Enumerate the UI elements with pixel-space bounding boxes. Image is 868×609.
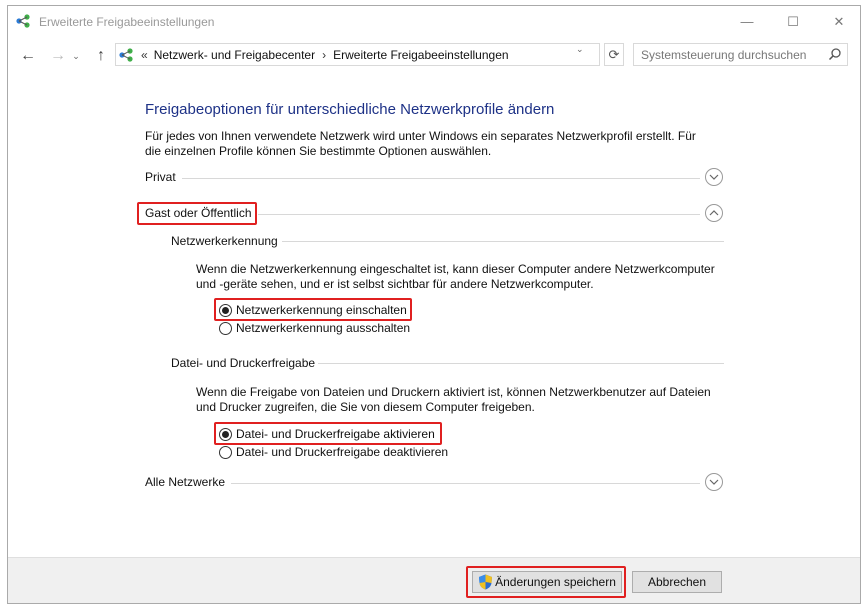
- page-intro: Für jedes von Ihnen verwendete Netzwerk …: [145, 129, 696, 158]
- discovery-heading: Netzwerkerkennung: [171, 234, 278, 248]
- maximize-button[interactable]: ☐: [770, 6, 816, 37]
- collapse-guest-button[interactable]: [705, 204, 723, 222]
- profile-all-label[interactable]: Alle Netzwerke: [145, 475, 232, 489]
- navigation-bar: ← → ⌄ ↑ « Netzwerk- und Freigabecenter ›…: [8, 37, 860, 73]
- forward-button[interactable]: →: [47, 45, 69, 67]
- footer-bar: Änderungen speichern Abbrechen: [8, 557, 860, 603]
- back-button[interactable]: ←: [17, 45, 39, 67]
- page-title: Freigabeoptionen für unterschiedliche Ne…: [145, 101, 555, 118]
- address-bar[interactable]: « Netzwerk- und Freigabecenter › Erweite…: [115, 43, 600, 66]
- cancel-label: Abbrechen: [647, 575, 707, 589]
- arrow-left-icon: ←: [20, 47, 36, 64]
- title-bar: Erweiterte Freigabeeinstellungen — ☐ ✕: [8, 6, 860, 37]
- sharing-heading: Datei- und Druckerfreigabe: [171, 356, 316, 370]
- maximize-icon: ☐: [787, 13, 799, 29]
- highlight-box: [214, 422, 442, 445]
- breadcrumb-advanced-sharing[interactable]: Erweiterte Freigabeeinstellungen: [333, 48, 508, 62]
- refresh-icon: ⟳: [608, 46, 620, 62]
- highlight-box: [466, 566, 626, 598]
- breadcrumb-network-center[interactable]: Netzwerk- und Freigabecenter: [154, 48, 315, 62]
- network-icon: [16, 14, 30, 28]
- divider: [282, 241, 724, 242]
- sharing-off-radio[interactable]: [219, 445, 232, 459]
- address-overflow[interactable]: «: [141, 48, 148, 62]
- chevron-down-icon: [709, 479, 719, 485]
- discovery-description: Wenn die Netzwerkerkennung eingeschaltet…: [196, 262, 715, 291]
- discovery-off-radio[interactable]: [219, 321, 232, 335]
- window: Erweiterte Freigabeeinstellungen — ☐ ✕ ←…: [7, 5, 861, 604]
- breadcrumb-separator[interactable]: ›: [322, 48, 326, 62]
- profile-all-header[interactable]: Alle Netzwerke: [145, 473, 725, 495]
- refresh-button[interactable]: ⟳: [604, 43, 624, 66]
- expand-private-button[interactable]: [705, 168, 723, 186]
- sharing-off-label[interactable]: Datei- und Druckerfreigabe deaktivieren: [236, 445, 448, 459]
- close-icon: ✕: [833, 13, 845, 29]
- chevron-up-icon: [709, 210, 719, 216]
- window-title: Erweiterte Freigabeeinstellungen: [39, 15, 215, 29]
- discovery-off-label[interactable]: Netzwerkerkennung ausschalten: [236, 321, 410, 335]
- expand-all-button[interactable]: [705, 473, 723, 491]
- chevron-down-icon: [709, 174, 719, 180]
- arrow-right-icon: →: [50, 47, 66, 64]
- sharing-off-option[interactable]: Datei- und Druckerfreigabe deaktivieren: [219, 444, 448, 460]
- sharing-description: Wenn die Freigabe von Dateien und Drucke…: [196, 385, 711, 414]
- arrow-up-icon: ↑: [97, 47, 105, 64]
- discovery-off-option[interactable]: Netzwerkerkennung ausschalten: [219, 320, 410, 336]
- chevron-down-icon: ⌄: [72, 50, 80, 61]
- address-dropdown-icon[interactable]: ⌄: [576, 44, 584, 55]
- divider: [145, 178, 700, 179]
- cancel-button[interactable]: Abbrechen: [632, 571, 722, 593]
- up-button[interactable]: ↑: [90, 45, 112, 67]
- search-input[interactable]: Systemsteuerung durchsuchen: [633, 43, 848, 66]
- close-button[interactable]: ✕: [816, 6, 860, 37]
- recent-locations-button[interactable]: ⌄: [69, 45, 83, 67]
- minimize-icon: —: [740, 14, 754, 29]
- search-icon[interactable]: [828, 47, 842, 61]
- network-icon: [119, 47, 133, 62]
- profile-private-header[interactable]: Privat: [145, 168, 725, 190]
- highlight-box: [214, 298, 412, 321]
- profile-private-label[interactable]: Privat: [145, 170, 182, 184]
- highlight-box: [137, 202, 257, 225]
- divider: [318, 363, 724, 364]
- main-content: Freigabeoptionen für unterschiedliche Ne…: [8, 73, 860, 557]
- minimize-button[interactable]: —: [724, 6, 770, 37]
- search-placeholder: Systemsteuerung durchsuchen: [641, 48, 807, 62]
